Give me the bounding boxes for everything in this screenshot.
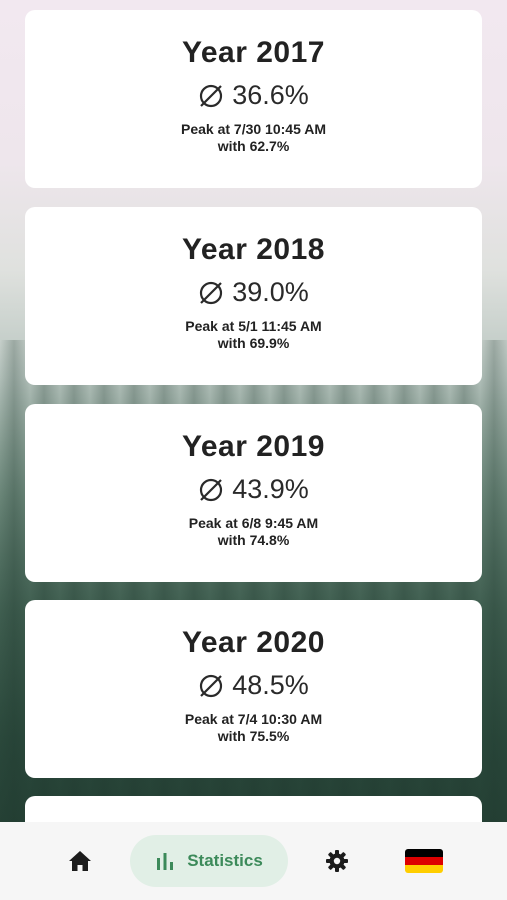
year-title: Year 2018 (182, 233, 325, 266)
peak-value: with 69.9% (217, 335, 290, 351)
peak-info: Peak at 6/8 9:45 AM with 74.8% (25, 515, 482, 549)
average-value: 39.0% (232, 277, 309, 307)
germany-flag-icon (405, 849, 443, 873)
peak-time: Peak at 7/30 10:45 AM (180, 121, 326, 137)
average-icon (200, 84, 223, 107)
nav-statistics-button[interactable]: Statistics (130, 835, 288, 887)
home-icon (69, 851, 91, 871)
average-value: 36.6% (232, 80, 309, 110)
bar-chart-icon (157, 853, 174, 870)
peak-value: with 62.7% (217, 138, 290, 154)
peak-time: Peak at 5/1 11:45 AM (185, 318, 322, 334)
year-card-2018: Year 2018 39.0% Peak at 5/1 11:45 AM wit… (25, 207, 482, 385)
peak-info: Peak at 7/30 10:45 AM with 62.7% (25, 121, 482, 155)
peak-value: with 75.5% (217, 728, 290, 744)
bottom-navigation-bar: Statistics (0, 822, 507, 900)
average-icon (200, 478, 223, 501)
year-card-2019: Year 2019 43.9% Peak at 6/8 9:45 AM with… (25, 404, 482, 582)
year-title: Year 2017 (182, 36, 325, 69)
peak-value: with 74.8% (217, 532, 290, 548)
average-value: 48.5% (232, 670, 309, 700)
average-value-row: 48.5% (25, 670, 482, 701)
peak-info: Peak at 5/1 11:45 AM with 69.9% (25, 318, 482, 352)
average-value: 43.9% (232, 474, 309, 504)
peak-time: Peak at 6/8 9:45 AM (188, 515, 319, 531)
year-title: Year 2020 (182, 626, 325, 659)
peak-info: Peak at 7/4 10:30 AM with 75.5% (25, 711, 482, 745)
peak-time: Peak at 7/4 10:30 AM (184, 711, 323, 727)
average-icon (200, 281, 223, 304)
nav-statistics-label: Statistics (187, 851, 263, 870)
gear-icon (326, 850, 348, 872)
average-value-row: 39.0% (25, 277, 482, 308)
nav-home-button[interactable] (58, 835, 102, 887)
year-card-2020: Year 2020 48.5% Peak at 7/4 10:30 AM wit… (25, 600, 482, 778)
average-value-row: 43.9% (25, 474, 482, 505)
average-value-row: 36.6% (25, 80, 482, 111)
average-icon (200, 674, 223, 697)
year-card-2017: Year 2017 36.6% Peak at 7/30 10:45 AM wi… (25, 10, 482, 188)
year-title: Year 2019 (182, 430, 325, 463)
nav-language-button[interactable] (400, 835, 448, 887)
nav-settings-button[interactable] (315, 835, 359, 887)
